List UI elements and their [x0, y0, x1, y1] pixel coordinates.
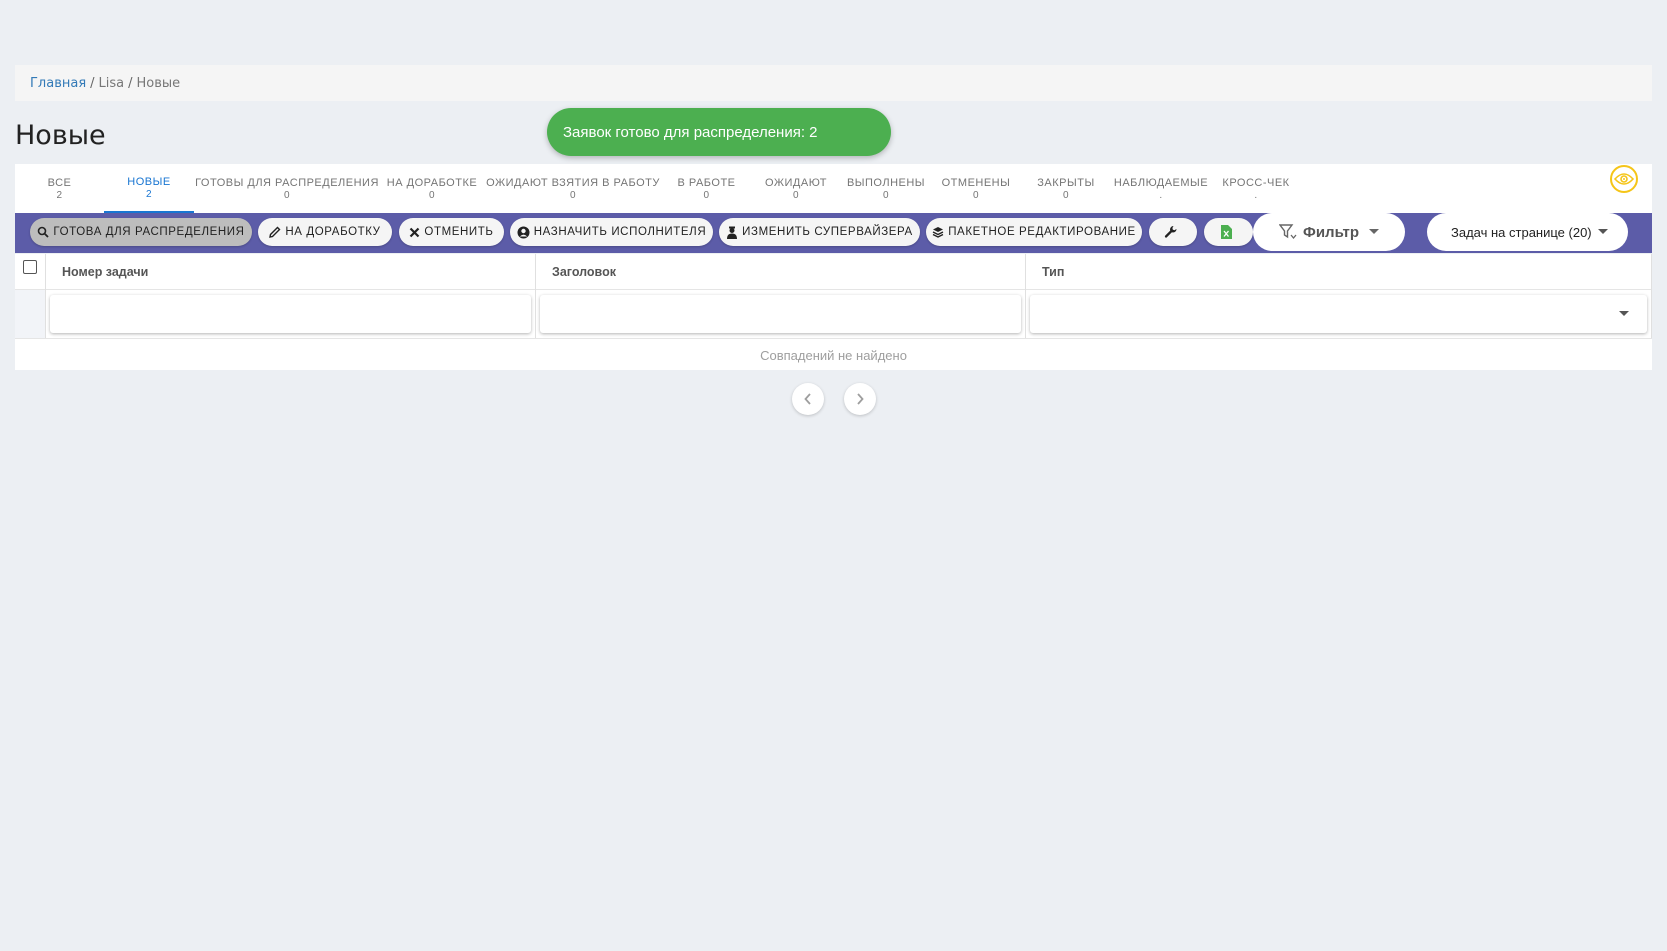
tab-cancelled[interactable]: Отменены 0: [931, 164, 1021, 213]
next-page-button[interactable]: [844, 383, 876, 415]
filter-button[interactable]: Фильтр: [1253, 213, 1405, 251]
column-divider[interactable]: [1025, 254, 1026, 338]
tab-count: 0: [882, 189, 890, 201]
filter-row-gutter: [15, 290, 45, 338]
breadcrumb-section: Lisa: [98, 75, 125, 91]
button-label: Отменить: [424, 226, 494, 238]
chevron-right-icon: [857, 393, 864, 405]
tab-count: 0: [1062, 189, 1070, 201]
per-page-select[interactable]: Задач на странице (20): [1427, 213, 1628, 251]
settings-wrench-button[interactable]: [1149, 218, 1197, 246]
grid-header: Номер задачи Заголовок Тип: [15, 254, 1652, 290]
tab-label: Выполнены: [846, 176, 926, 189]
prev-page-button[interactable]: [792, 383, 824, 415]
chevron-down-icon: [1619, 311, 1629, 316]
tab-count: .: [1159, 189, 1163, 201]
button-label: Пакетное редактирование: [948, 226, 1136, 238]
tab-watched[interactable]: Наблюдаемые .: [1111, 164, 1211, 213]
tab-new[interactable]: Новые 2: [104, 164, 194, 213]
breadcrumb-home-link[interactable]: Главная: [30, 76, 86, 91]
tab-ready[interactable]: Готовы для распределения 0: [194, 164, 380, 213]
page-title: Новые: [15, 120, 106, 151]
tab-done[interactable]: Выполнены 0: [841, 164, 931, 213]
send-to-rework-button[interactable]: На доработку: [258, 218, 392, 246]
change-supervisor-button[interactable]: Изменить супервайзера: [719, 218, 920, 246]
tab-count: .: [1254, 189, 1258, 201]
close-icon: [410, 227, 420, 237]
tab-cross-check[interactable]: Кросс-чек .: [1211, 164, 1301, 213]
tab-all[interactable]: Все 2: [15, 164, 104, 213]
tab-in-progress[interactable]: В работе 0: [662, 164, 751, 213]
breadcrumb-separator: /: [128, 75, 133, 91]
tab-label: Новые: [127, 175, 171, 188]
title-filter-input[interactable]: [540, 295, 1021, 333]
ready-for-distribution-button[interactable]: Готова для распределения: [30, 218, 252, 246]
tab-label: На доработке: [386, 176, 478, 189]
per-page-label: Задач на странице (20): [1451, 224, 1592, 240]
select-all-checkbox[interactable]: [23, 260, 37, 274]
filter-icon: [1279, 224, 1297, 240]
tab-awaiting-pickup[interactable]: Ожидают взятия в работу 0: [484, 164, 662, 213]
toast-notification: Заявок готово для распределения: 2: [547, 108, 891, 156]
tab-count: 2: [145, 188, 153, 200]
chevron-down-icon: [1368, 229, 1379, 234]
button-label: Назначить исполнителя: [533, 226, 707, 238]
tab-label: Кросс-чек: [1222, 176, 1290, 189]
breadcrumb-separator: /: [90, 75, 95, 91]
watch-eye-icon[interactable]: [1610, 165, 1638, 193]
tab-count: 0: [569, 189, 577, 201]
tab-count: 0: [428, 189, 436, 201]
tab-label: Ожидают взятия в работу: [486, 176, 660, 189]
chevron-left-icon: [804, 393, 811, 405]
export-excel-button[interactable]: [1204, 218, 1253, 246]
tab-label: Закрыты: [1037, 176, 1095, 189]
cancel-button[interactable]: Отменить: [399, 218, 504, 246]
tab-closed[interactable]: Закрыты 0: [1021, 164, 1111, 213]
type-filter-select[interactable]: [1030, 295, 1647, 333]
button-label: Готова для распределения: [53, 226, 245, 238]
tab-count: 0: [792, 189, 800, 201]
button-label: На доработку: [285, 226, 381, 238]
tab-label: Готовы для распределения: [195, 176, 379, 189]
breadcrumb: Главная / Lisa / Новые: [15, 65, 1652, 101]
tab-count: 0: [972, 189, 980, 201]
task-number-filter-input[interactable]: [50, 295, 531, 333]
filter-label: Фильтр: [1303, 223, 1359, 241]
status-tabs: Все 2 Новые 2 Готовы для распределения 0…: [15, 164, 1652, 213]
search-icon: [38, 226, 50, 238]
layers-icon: [932, 227, 944, 238]
column-divider: [45, 254, 46, 338]
tab-label: Ожидают: [765, 176, 827, 189]
tab-label: Наблюдаемые: [1113, 176, 1209, 189]
column-header-task-number[interactable]: Номер задачи: [46, 254, 535, 289]
tab-count: 2: [56, 189, 63, 201]
user-tie-icon: [727, 226, 738, 239]
excel-file-icon: [1221, 225, 1232, 239]
user-circle-icon: [517, 226, 530, 238]
tab-label: Отменены: [941, 176, 1011, 189]
eye-icon: [1614, 173, 1634, 185]
empty-message: Совпадений не найдено: [15, 338, 1652, 371]
toast-message: Заявок готово для распределения: 2: [563, 123, 818, 141]
breadcrumb-current: Новые: [136, 75, 181, 91]
pencil-icon: [269, 226, 281, 238]
batch-edit-button[interactable]: Пакетное редактирование: [926, 218, 1142, 246]
tab-waiting[interactable]: Ожидают 0: [751, 164, 841, 213]
chevron-down-icon: [1598, 229, 1608, 234]
assign-executor-button[interactable]: Назначить исполнителя: [510, 218, 713, 246]
column-header-title[interactable]: Заголовок: [536, 254, 1025, 289]
button-label: Изменить супервайзера: [742, 226, 913, 238]
column-divider[interactable]: [535, 254, 536, 338]
tab-rework[interactable]: На доработке 0: [380, 164, 484, 213]
tab-count: 0: [283, 189, 291, 201]
tab-label: В работе: [677, 176, 736, 189]
action-toolbar: Готова для распределения На доработку От…: [15, 213, 1652, 253]
tab-label: Все: [47, 176, 72, 189]
wrench-icon: [1164, 226, 1177, 238]
column-header-type[interactable]: Тип: [1026, 254, 1652, 289]
task-grid: Номер задачи Заголовок Тип Совпадений не…: [15, 254, 1652, 370]
tab-count: 0: [703, 189, 710, 201]
column-divider: [1651, 254, 1652, 338]
